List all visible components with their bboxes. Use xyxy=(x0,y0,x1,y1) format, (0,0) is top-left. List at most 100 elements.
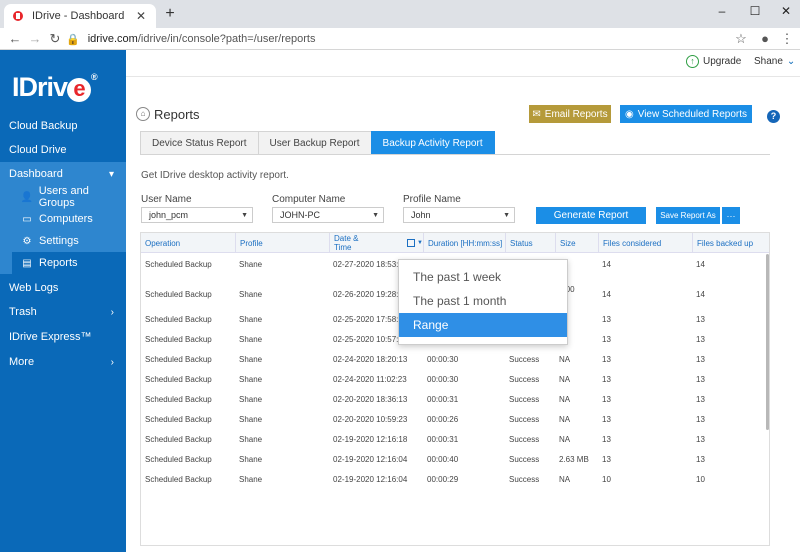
lock-icon: 🔒 xyxy=(66,33,80,46)
generate-report-button[interactable]: Generate Report xyxy=(536,207,646,224)
view-scheduled-label: View Scheduled Reports xyxy=(637,108,748,120)
chevron-down-icon: ▼ xyxy=(241,211,248,219)
back-arrow-icon[interactable]: ← xyxy=(6,30,24,48)
sidebar-item-web-logs[interactable]: Web Logs xyxy=(0,276,126,300)
table-row[interactable]: Scheduled Backup Shane 02-19-2020 12:16:04… xyxy=(141,469,765,489)
table-row[interactable]: Scheduled Backup Shane 02-19-2020 12:16:18… xyxy=(141,429,765,449)
close-window-button[interactable]: ✕ xyxy=(772,2,800,20)
sidebar-item-label: More xyxy=(9,356,35,368)
cell-operation: Scheduled Backup xyxy=(145,374,212,384)
email-reports-button[interactable]: ✉ Email Reports xyxy=(529,105,611,123)
table-scrollbar[interactable] xyxy=(766,254,769,430)
save-report-as-button[interactable]: Save Report As xyxy=(656,207,720,224)
cell-date-time: 02-27-2020 18:53: xyxy=(333,259,399,269)
cell-files-backed-up: 13 xyxy=(696,354,705,364)
user-menu[interactable]: Shane ⌄ xyxy=(754,56,795,67)
bookmark-star-icon[interactable]: ☆ xyxy=(732,30,750,48)
home-icon[interactable]: ⌂ xyxy=(136,107,150,121)
logo-reg: ® xyxy=(91,72,98,82)
browser-titlebar: IDrive - Dashboard ✕ + – ☐ ✕ xyxy=(0,0,800,28)
sidebar-sub-computers[interactable]: ▭ Computers xyxy=(0,208,126,230)
tab-title: IDrive - Dashboard xyxy=(32,10,125,22)
cell-profile: Shane xyxy=(239,454,263,464)
maximize-button[interactable]: ☐ xyxy=(741,2,769,20)
url-field[interactable]: 🔒 idrive.com /idrive/in/console?path=/us… xyxy=(66,29,756,49)
cell-status: Success xyxy=(509,414,540,424)
col-date-time[interactable]: Date & Time ▼ xyxy=(329,233,423,253)
cell-status: Success xyxy=(509,454,540,464)
minimize-button[interactable]: – xyxy=(708,2,736,20)
logo-e: e xyxy=(67,78,92,102)
profile-name-select[interactable]: John ▼ xyxy=(403,207,515,223)
sidebar-sub-settings[interactable]: ⚙ Settings xyxy=(0,230,126,252)
tab-backup-activity-report[interactable]: Backup Activity Report xyxy=(370,131,495,155)
col-files-considered[interactable]: Files considered xyxy=(598,233,692,253)
col-operation[interactable]: Operation xyxy=(141,233,235,253)
menu-kebab-icon[interactable]: ⋮ xyxy=(778,30,796,48)
sidebar-item-trash[interactable]: Trash › xyxy=(0,300,126,324)
cell-operation: Scheduled Backup xyxy=(145,474,212,484)
browser-tab[interactable]: IDrive - Dashboard ✕ xyxy=(4,4,156,28)
cell-size: 2.63 MB xyxy=(559,454,589,464)
cell-date-time: 02-25-2020 17:58:4 xyxy=(333,314,403,324)
sidebar-item-cloud-backup[interactable]: Cloud Backup xyxy=(0,114,126,138)
calendar-icon[interactable] xyxy=(406,239,416,247)
cell-duration: 00:00:40 xyxy=(427,454,459,464)
logo-text: IDriv xyxy=(12,72,68,102)
user-name-value: john_pcm xyxy=(149,210,189,220)
option-past-1-month[interactable]: The past 1 month xyxy=(399,289,567,313)
sidebar-sub-users-and-groups[interactable]: 👤 Users and Groups xyxy=(0,185,126,209)
sidebar-item-cloud-drive[interactable]: Cloud Drive xyxy=(0,138,126,162)
table-row[interactable]: Scheduled Backup Shane 02-24-2020 18:20:13… xyxy=(141,349,765,369)
sidebar-item-more[interactable]: More › xyxy=(0,350,126,374)
sidebar-item-dashboard[interactable]: Dashboard ▾ xyxy=(0,162,126,186)
idrive-logo[interactable]: IDriv e ® xyxy=(12,72,98,103)
table-row[interactable]: Scheduled Backup Shane 02-24-2020 11:02:23… xyxy=(141,369,765,389)
cell-date-time: 02-26-2020 19:28:0 xyxy=(333,289,403,299)
more-options-button[interactable]: ··· xyxy=(722,207,740,224)
col-size[interactable]: Size xyxy=(555,233,598,253)
page-title: Reports xyxy=(154,107,200,122)
cell-date-time: 02-19-2020 12:16:04 xyxy=(333,474,408,484)
sidebar-sub-reports[interactable]: ▤ Reports xyxy=(12,252,126,274)
chevron-right-icon: › xyxy=(110,356,114,368)
tab-close-icon[interactable]: ✕ xyxy=(134,9,148,23)
table-row[interactable]: Scheduled Backup Shane 02-19-2020 12:16:04… xyxy=(141,449,765,469)
chevron-down-icon: ▾ xyxy=(108,168,114,180)
upgrade-link[interactable]: ↑ Upgrade xyxy=(686,55,741,68)
computer-name-select[interactable]: JOHN-PC ▼ xyxy=(272,207,384,223)
col-profile[interactable]: Profile xyxy=(235,233,329,253)
view-scheduled-reports-button[interactable]: ◉ View Scheduled Reports xyxy=(620,105,752,123)
option-past-1-week[interactable]: The past 1 week xyxy=(399,265,567,289)
cell-size: NA xyxy=(559,394,571,404)
col-files-backed-up[interactable]: Files backed up xyxy=(692,233,769,253)
user-name-select[interactable]: john_pcm ▼ xyxy=(141,207,253,223)
col-status[interactable]: Status xyxy=(505,233,555,253)
sidebar-item-idrive-express[interactable]: IDrive Express™ xyxy=(0,325,126,349)
cell-files-backed-up: 13 xyxy=(696,394,705,404)
computer-name-value: JOHN-PC xyxy=(280,210,320,220)
cell-operation: Scheduled Backup xyxy=(145,314,212,324)
cell-size: NA xyxy=(559,474,571,484)
cell-profile: Shane xyxy=(239,289,263,299)
forward-arrow-icon[interactable]: → xyxy=(26,30,44,48)
cell-date-time: 02-24-2020 11:02:23 xyxy=(333,374,407,384)
cell-operation: Scheduled Backup xyxy=(145,394,212,404)
help-icon[interactable]: ? xyxy=(767,110,780,123)
new-tab-button[interactable]: + xyxy=(162,6,178,22)
table-row[interactable]: Scheduled Backup Shane 02-20-2020 10:59:23… xyxy=(141,409,765,429)
sidebar-item-label: Cloud Drive xyxy=(9,144,67,156)
option-range[interactable]: Range xyxy=(399,313,567,337)
email-reports-label: Email Reports xyxy=(544,108,608,120)
table-row[interactable]: Scheduled Backup Shane 02-20-2020 18:36:13… xyxy=(141,389,765,409)
url-host: idrive.com xyxy=(87,33,138,45)
col-duration[interactable]: Duration [HH:mm:ss] xyxy=(423,233,505,253)
mail-icon: ✉ xyxy=(532,108,541,120)
cell-date-time: 02-19-2020 12:16:04 xyxy=(333,454,408,464)
tab-device-status-report[interactable]: Device Status Report xyxy=(140,131,259,155)
tab-user-backup-report[interactable]: User Backup Report xyxy=(257,131,372,155)
profile-icon[interactable]: ● xyxy=(756,30,774,48)
cell-date-time: 02-20-2020 18:36:13 xyxy=(333,394,408,404)
cell-operation: Scheduled Backup xyxy=(145,334,212,344)
reload-icon[interactable]: ↻ xyxy=(46,30,64,48)
